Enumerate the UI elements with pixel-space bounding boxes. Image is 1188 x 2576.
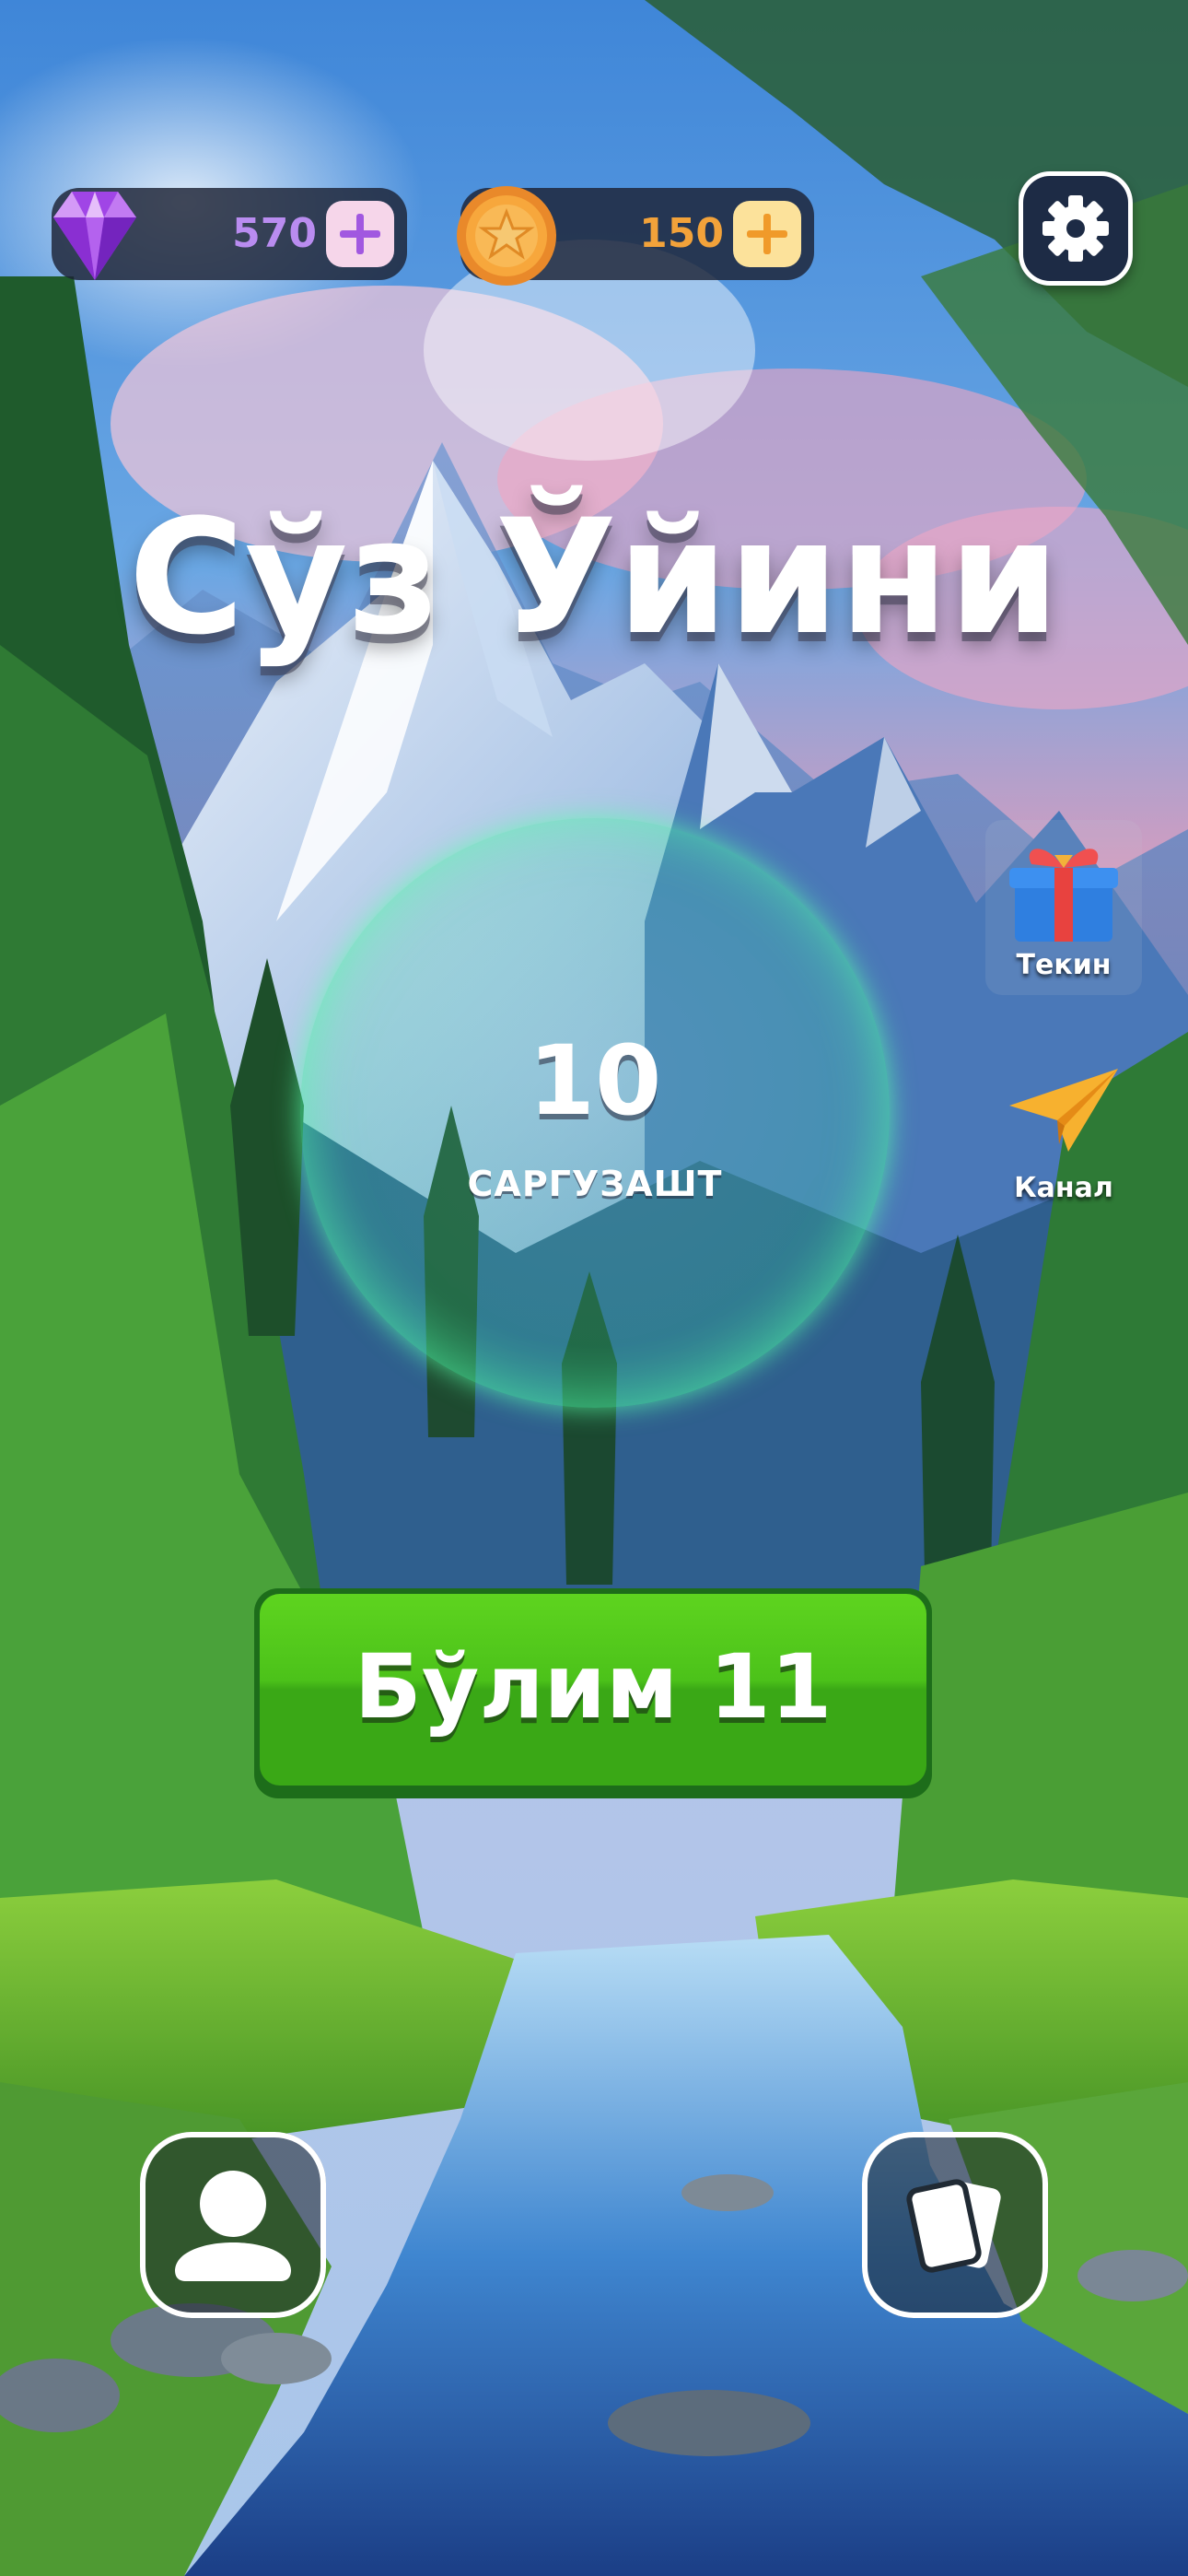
free-gift-button[interactable]: Текин [985,820,1142,995]
play-level-button[interactable]: Бўлим 11 [254,1588,932,1798]
main-menu-screen: 570 150 Сўз Ўйини 10 САРГУЗАШТ Текин Кан… [0,0,1188,2576]
gift-icon [1009,849,1118,942]
cards-icon [906,2179,1001,2273]
add-coins-button[interactable] [733,201,801,267]
game-title: Сўз Ўйини [128,485,1060,670]
plus-icon [340,214,380,254]
cards-button[interactable] [862,2132,1048,2318]
gem-icon [53,192,136,280]
adventure-label: САРГУЗАШТ [467,1164,723,1204]
adventure-count: 10 [528,1025,662,1137]
paper-plane-icon [1009,1069,1118,1152]
plus-icon [747,214,787,254]
gear-icon [1042,195,1109,262]
gem-count: 570 [232,210,317,257]
user-icon [175,2171,291,2281]
add-gems-button[interactable] [326,201,394,267]
play-level-label: Бўлим 11 [354,1635,833,1739]
channel-button[interactable]: Канал [985,1060,1142,1207]
profile-button[interactable] [140,2132,326,2318]
settings-button[interactable] [1019,171,1133,286]
coin-count: 150 [639,210,724,257]
channel-label: Канал [1014,1172,1113,1204]
coin-icon [457,186,556,286]
free-gift-label: Текин [1016,949,1112,981]
adventure-progress-orb[interactable]: 10 САРГУЗАШТ [300,818,890,1408]
